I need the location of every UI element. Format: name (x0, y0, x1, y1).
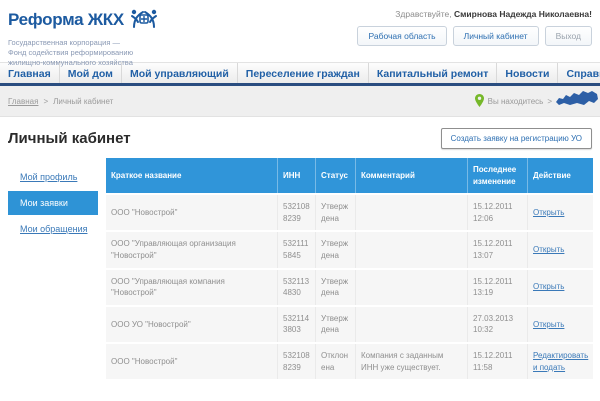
nav-item-capital-repair[interactable]: Капитальный ремонт (369, 63, 498, 83)
table-header-row: Краткое название ИНН Статус Комментарий … (106, 158, 593, 193)
page-head: Личный кабинет Создать заявку на регистр… (0, 117, 600, 158)
cell-inn: 5321088239 (278, 195, 316, 230)
nav-item-relocation[interactable]: Переселение граждан (238, 63, 369, 83)
sidebar: Мой профиль Мои заявки Мои обращения (8, 158, 98, 379)
nav-item-home[interactable]: Главная (0, 63, 60, 83)
location-label: Вы находитесь (488, 97, 544, 106)
cell-inn: 5321115845 (278, 232, 316, 267)
cell-comment (356, 195, 468, 230)
edit-and-submit-link[interactable]: Редактировать и подать (533, 350, 588, 373)
requests-table: Краткое название ИНН Статус Комментарий … (106, 158, 593, 379)
open-request-link[interactable]: Открыть (533, 207, 564, 219)
location-separator: > (547, 97, 552, 106)
cell-name: ООО "Управляющая организация "Новострой" (106, 232, 278, 267)
breadcrumb-home-link[interactable]: Главная (8, 97, 38, 106)
col-header-inn: ИНН (278, 158, 316, 193)
cell-status: Утверждена (316, 232, 356, 267)
cell-comment (356, 270, 468, 305)
col-header-status: Статус (316, 158, 356, 193)
sidebar-item-my-appeals[interactable]: Мои обращения (8, 218, 98, 240)
main-nav: Главная Мой дом Мой управляющий Переселе… (0, 62, 600, 86)
location-selector[interactable]: Вы находитесь > (475, 89, 598, 113)
create-uo-request-button[interactable]: Создать заявку на регистрацию УО (441, 128, 592, 149)
cell-comment (356, 307, 468, 342)
col-header-name: Краткое название (106, 158, 278, 193)
content: Мой профиль Мои заявки Мои обращения Кра… (0, 158, 600, 379)
cell-name: ООО "Новострой" (106, 195, 278, 230)
open-request-link[interactable]: Открыть (533, 244, 564, 256)
workspace-button[interactable]: Рабочая область (357, 26, 446, 46)
logout-button[interactable]: Выход (545, 26, 592, 46)
col-header-comment: Комментарий (356, 158, 468, 193)
cell-modified: 15.12.2011 11:58 (468, 344, 528, 379)
cell-comment: Компания с заданным ИНН уже существует. (356, 344, 468, 379)
personal-cabinet-button[interactable]: Личный кабинет (453, 26, 539, 46)
nav-item-my-house[interactable]: Мой дом (60, 63, 122, 83)
header: Реформа ЖКХ Государственная корпор (0, 0, 600, 62)
user-greeting: Здравствуйте, Смирнова Надежда Николаевн… (357, 9, 592, 19)
table-row: ООО УО "Новострой" 5321143803 Утверждена… (106, 307, 593, 342)
breadcrumb-separator: > (43, 97, 48, 106)
cell-modified: 15.12.2011 13:07 (468, 232, 528, 267)
sidebar-item-my-profile[interactable]: Мой профиль (8, 166, 98, 188)
nav-item-news[interactable]: Новости (497, 63, 558, 83)
table-row: ООО "Управляющая компания "Новострой" 53… (106, 270, 593, 305)
location-pin-icon (475, 94, 484, 109)
cell-status: Утверждена (316, 270, 356, 305)
cell-modified: 15.12.2011 13:19 (468, 270, 528, 305)
logo-block[interactable]: Реформа ЖКХ Государственная корпор (8, 7, 158, 56)
table-row: ООО "Управляющая организация "Новострой"… (106, 232, 593, 267)
page-title: Личный кабинет (8, 130, 131, 147)
breadcrumb-bar: Главная > Личный кабинет Вы находитесь > (0, 86, 600, 117)
cell-inn: 5321143803 (278, 307, 316, 342)
cell-modified: 27.03.2013 10:32 (468, 307, 528, 342)
nav-item-my-manager[interactable]: Мой управляющий (122, 63, 238, 83)
breadcrumb: Главная > Личный кабинет (8, 97, 113, 106)
table-row: ООО "Новострой" 5321088239 Утверждена 15… (106, 195, 593, 230)
cell-name: ООО "Управляющая компания "Новострой" (106, 270, 278, 305)
cell-inn: 5321088239 (278, 344, 316, 379)
user-name: Смирнова Надежда Николаевна! (454, 9, 592, 19)
cell-modified: 15.12.2011 12:06 (468, 195, 528, 230)
table-row: ООО "Новострой" 5321088239 Отклонена Ком… (106, 344, 593, 379)
cell-name: ООО УО "Новострой" (106, 307, 278, 342)
russia-map-icon[interactable] (556, 89, 598, 113)
cell-status: Отклонена (316, 344, 356, 379)
col-header-modified: Последнее изменение (468, 158, 528, 193)
house-people-icon (130, 7, 158, 33)
open-request-link[interactable]: Открыть (533, 319, 564, 331)
cell-comment (356, 232, 468, 267)
sidebar-item-my-requests[interactable]: Мои заявки (8, 191, 98, 215)
logo-text: Реформа ЖКХ (8, 10, 124, 30)
cell-status: Утверждена (316, 195, 356, 230)
cell-inn: 5321134830 (278, 270, 316, 305)
open-request-link[interactable]: Открыть (533, 281, 564, 293)
breadcrumb-current: Личный кабинет (53, 97, 113, 106)
nav-item-help[interactable]: Справка (558, 63, 600, 83)
col-header-action: Действие (528, 158, 593, 193)
cell-name: ООО "Новострой" (106, 344, 278, 379)
cell-status: Утверждена (316, 307, 356, 342)
